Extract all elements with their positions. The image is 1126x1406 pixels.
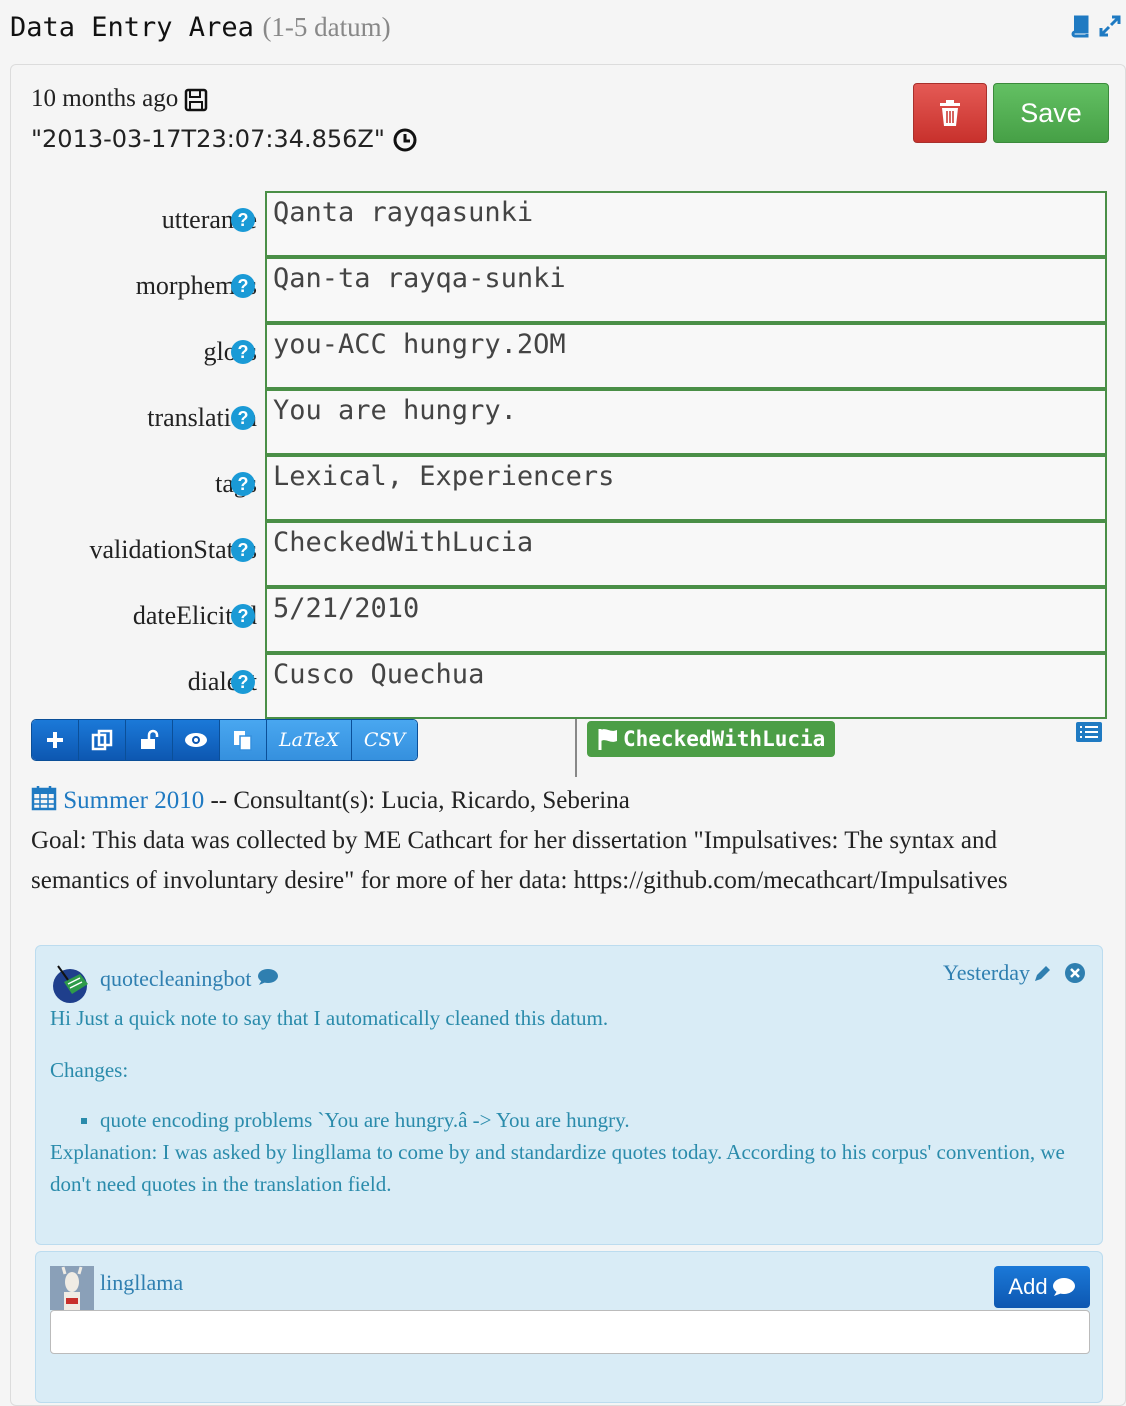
delete-button[interactable] [913,83,987,143]
comment-line: Changes: [50,1058,129,1082]
tags-field[interactable]: Lexical, Experiencers [265,455,1107,521]
add-datum-button[interactable] [32,720,79,760]
page-header: Data Entry Area (1-5 datum) [10,12,391,43]
comment-input[interactable] [50,1310,1090,1354]
field-row-date-elicited: dateElicited ? 5/21/2010 [11,587,1125,653]
field-row-tags: tags ? Lexical, Experiencers [11,455,1125,521]
plus-icon [47,732,63,748]
copy-icon [91,729,113,751]
close-icon[interactable] [1064,962,1086,984]
modified-text: 10 months ago [31,85,179,112]
header-icons [1068,14,1122,38]
timestamp-text: "2013-03-17T23:07:34.856Z" [31,125,385,153]
add-comment-label: Add [1008,1274,1048,1299]
comment-card: quotecleaningbot Yesterday Hi Just a qui… [35,945,1103,1245]
unlock-icon [141,729,159,749]
page-title: Data Entry Area [10,12,254,43]
help-icon[interactable]: ? [231,538,255,562]
status-badge-label: CheckedWithLucia [623,727,826,751]
eye-icon [185,733,207,747]
field-row-gloss: gloss ? you-ACC hungry.2OM [11,323,1125,389]
help-icon[interactable]: ? [231,340,255,364]
gloss-field[interactable]: you-ACC hungry.2OM [265,323,1107,389]
datum-count: (1-5 datum) [262,12,391,42]
help-icon[interactable]: ? [231,604,255,628]
session-link[interactable]: Summer 2010 [63,787,204,814]
save-button[interactable]: Save [993,83,1109,143]
field-row-dialect: dialect ? Cusco Quechua [11,653,1125,719]
view-button[interactable] [173,720,220,760]
duplicate-button[interactable] [79,720,126,760]
datum-toolbar: LaTeX CSV [31,719,419,761]
comment-author-name: quotecleaningbot [100,966,252,991]
trash-icon [940,100,960,126]
current-user: lingllama [100,1270,184,1295]
toolbar-divider [575,719,577,777]
list-item: quote encoding problems `You are hungry.… [100,1104,1080,1136]
file-copy-icon [234,731,252,751]
comment-line: Explanation: I was asked by lingllama to… [50,1140,1065,1196]
comment-line: Hi Just a quick note to say that I autom… [50,1006,609,1030]
goal-text: Goal: This data was collected by ME Cath… [31,827,1008,894]
save-icon [185,89,208,112]
field-row-utterance: utterance ? Qanta rayqasunki [11,191,1125,257]
pencil-icon[interactable] [1032,964,1052,984]
calendar-icon [31,786,57,811]
bot-avatar [53,965,88,1003]
date-elicited-field[interactable]: 5/21/2010 [265,587,1107,653]
add-comment-button[interactable]: Add [994,1266,1090,1308]
latex-button[interactable]: LaTeX [267,720,352,760]
clock-icon [393,128,417,152]
translation-field[interactable]: You are hungry. [265,389,1107,455]
list-view-icon[interactable] [1075,721,1103,743]
user-avatar [50,1266,94,1310]
comment-time: Yesterday [943,960,1030,985]
export-button[interactable] [220,720,267,760]
status-badge[interactable]: CheckedWithLucia [587,721,836,757]
dialect-field[interactable]: Cusco Quechua [265,653,1107,719]
help-icon[interactable]: ? [231,208,255,232]
session-info: Summer 2010 -- Consultant(s): Lucia, Ric… [31,781,1101,901]
new-comment-card: lingllama Add [35,1251,1103,1403]
morphemes-field[interactable]: Qan-ta rayqa-sunki [265,257,1107,323]
expand-icon[interactable] [1098,14,1122,38]
book-icon[interactable] [1068,14,1092,38]
field-row-validation-status: validationStatus ? CheckedWithLucia [11,521,1125,587]
help-icon[interactable]: ? [231,472,255,496]
comment-author: quotecleaningbot [100,966,279,992]
comment-body: Hi Just a quick note to say that I autom… [50,1002,1080,1200]
help-icon[interactable]: ? [231,670,255,694]
changes-list: quote encoding problems `You are hungry.… [50,1104,1080,1136]
consultants-text: -- Consultant(s): Lucia, Ricardo, Seberi… [204,787,630,814]
timestamp-info: "2013-03-17T23:07:34.856Z" [31,125,417,153]
comment-icon [258,969,279,985]
utterance-field[interactable]: Qanta rayqasunki [265,191,1107,257]
permissions-button[interactable] [126,720,173,760]
modified-info: 10 months ago [31,85,208,113]
csv-button[interactable]: CSV [351,720,418,760]
comment-icon [1052,1278,1075,1296]
help-icon[interactable]: ? [231,274,255,298]
field-row-translation: translation ? You are hungry. [11,389,1125,455]
validation-status-field[interactable]: CheckedWithLucia [265,521,1107,587]
datum-panel: 10 months ago "2013-03-17T23:07:34.856Z"… [10,64,1126,1406]
help-icon[interactable]: ? [231,406,255,430]
field-row-morphemes: morphemes ? Qan-ta rayqa-sunki [11,257,1125,323]
flag-icon [598,729,617,750]
